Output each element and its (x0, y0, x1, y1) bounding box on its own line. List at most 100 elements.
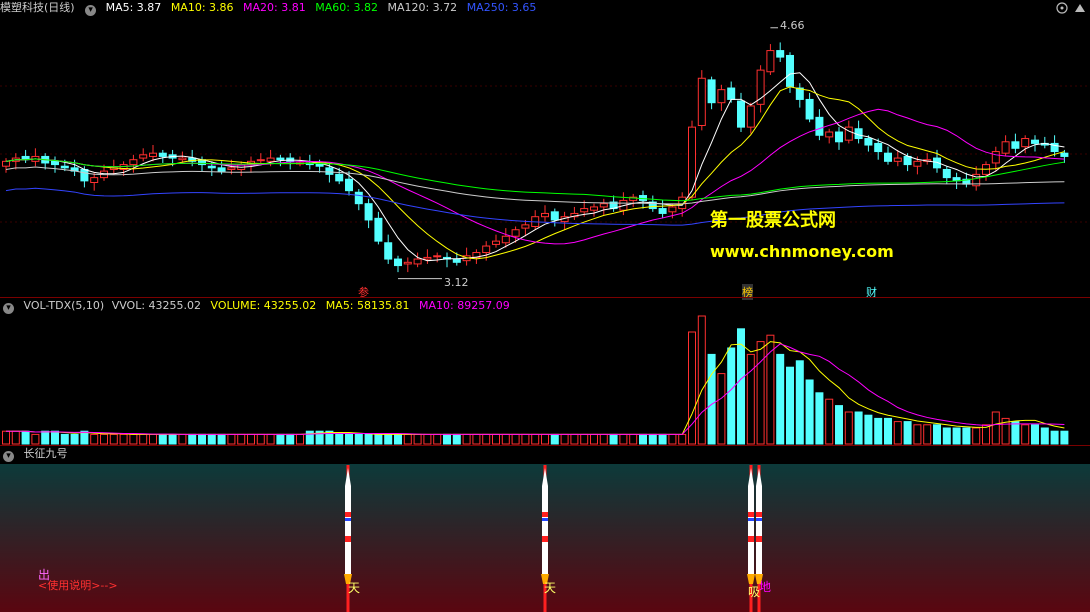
collapse-icon[interactable]: ▾ (3, 451, 14, 462)
volume-bar (707, 353, 716, 445)
volume-bar (893, 421, 902, 445)
candle-body (384, 242, 393, 260)
volume-bar (41, 430, 50, 445)
candle-body (60, 165, 69, 169)
watermark-title: 第一股票公式网 (710, 210, 836, 231)
volume-bar (795, 360, 804, 445)
volume-bar (413, 433, 422, 445)
candle-body (207, 165, 216, 169)
candle-body (903, 155, 912, 166)
volume-bar (31, 433, 40, 445)
volume-bar (168, 433, 177, 445)
low-label: 3.12 (444, 276, 469, 289)
vol-ma10-label: MA10: 89257.09 (419, 299, 510, 312)
rocket-band (756, 512, 762, 517)
candle-body (805, 98, 814, 120)
volume-label: VOLUME: 43255.02 (210, 299, 317, 312)
volume-bar (276, 433, 285, 445)
volume-bar (2, 430, 10, 445)
candle-body (835, 131, 843, 143)
volume-bar (462, 433, 471, 445)
vol-ma10-line (6, 343, 1065, 435)
candle-body (394, 258, 402, 267)
volume-bar (129, 433, 138, 445)
volume-bar (482, 433, 491, 445)
candle-body (139, 154, 148, 159)
volume-bar (109, 433, 118, 445)
volume-bar (991, 411, 1000, 445)
candle-body (893, 157, 902, 162)
rocket-body (748, 486, 754, 574)
candle-body (776, 50, 785, 58)
volume-bar (609, 433, 618, 445)
candle-body (227, 167, 236, 170)
ma120-label: MA120: 3.72 (387, 1, 458, 14)
volume-bar (776, 353, 785, 445)
volume-chart (2, 315, 1069, 445)
arrow-up-icon[interactable] (1074, 2, 1086, 14)
volume-bar (756, 341, 765, 445)
rocket-band (542, 536, 548, 542)
watermark-url: www.chnmoney.com (710, 242, 894, 261)
volume-bar (452, 433, 461, 445)
candle-body (217, 167, 226, 172)
volume-bar (884, 417, 892, 445)
volume-bar (384, 433, 393, 445)
ma5-label: MA5: 3.87 (105, 1, 162, 14)
volume-bar (541, 433, 549, 445)
volume-bar (825, 398, 834, 445)
volume-bar (972, 427, 981, 445)
candle-body (1031, 139, 1039, 144)
volume-bar (443, 433, 451, 445)
volume-bar (550, 433, 559, 445)
volume-bar (717, 373, 726, 445)
volume-bar (1011, 421, 1020, 445)
ma5-line (5, 72, 1065, 262)
rocket-band (345, 536, 351, 542)
volume-bar (433, 433, 442, 445)
volume-bar (511, 433, 520, 445)
candle-body (688, 126, 696, 198)
candle-body (658, 208, 667, 214)
volume-bar (119, 433, 128, 445)
volume-bar (962, 427, 971, 445)
candle-body (590, 206, 598, 211)
volume-bar (100, 433, 108, 445)
rocket-band (748, 536, 754, 542)
volume-bar (256, 433, 265, 445)
usage-link[interactable]: <使用说明>--> (38, 577, 118, 593)
volume-bar (629, 433, 638, 445)
candle-body (492, 240, 500, 245)
price-chart (0, 27, 1090, 280)
rocket-band (345, 518, 351, 521)
volume-bar (354, 433, 363, 445)
volume-bar (903, 421, 912, 445)
settings-icon[interactable] (1056, 2, 1068, 14)
rocket-band (756, 518, 762, 521)
rocket-band (756, 536, 762, 542)
candle-body (335, 173, 344, 182)
rocket-band (748, 518, 754, 521)
volume-bar (599, 433, 608, 445)
candle-body (433, 255, 442, 258)
candle-body (786, 54, 794, 87)
volume-bar (590, 433, 598, 445)
volume-bar (619, 433, 628, 445)
volume-bar (835, 405, 843, 445)
volume-bar (521, 433, 530, 445)
volume-bar (727, 347, 736, 445)
volume-bar (149, 433, 157, 445)
high-label: 4.66 (780, 19, 805, 32)
collapse-icon[interactable]: ▾ (85, 5, 97, 16)
vol-ma5-label: MA5: 58135.81 (325, 299, 410, 312)
collapse-icon[interactable]: ▾ (3, 303, 14, 314)
volume-bar (501, 433, 510, 445)
volume-bar (139, 433, 148, 445)
candle-body (423, 256, 432, 260)
volume-panel: ▾ VOL-TDX(5,10) VVOL: 43255.02 VOLUME: 4… (0, 298, 1090, 446)
volume-bar (188, 433, 197, 445)
volume-bar (492, 433, 500, 445)
volume-bar (207, 433, 216, 445)
volume-bar (678, 433, 687, 445)
volume-bar (1060, 430, 1069, 445)
